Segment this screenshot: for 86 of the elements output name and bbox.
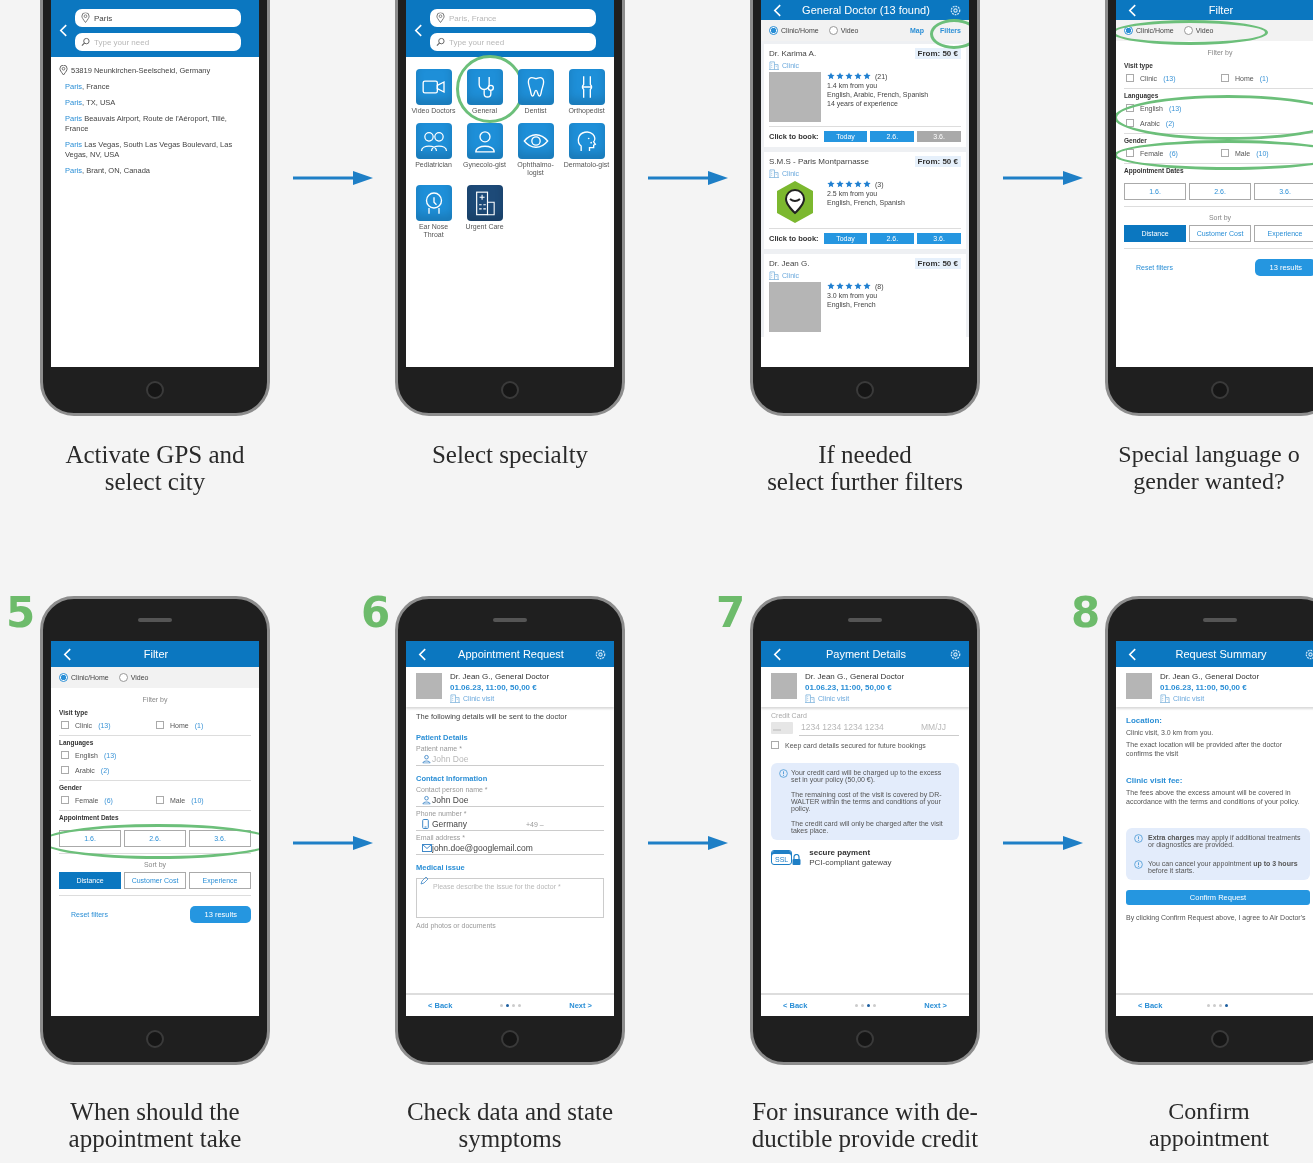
info-icon xyxy=(779,769,788,778)
info-icon xyxy=(1134,860,1143,869)
text-field[interactable]: John Doe xyxy=(416,793,604,807)
appointment-details: 01.06.23, 11:00, 50,00 € xyxy=(450,683,538,692)
screen-title: Filter xyxy=(1207,4,1235,16)
appointment-details: 01.06.23, 11:00, 50,00 € xyxy=(1160,683,1248,692)
step-caption: Confirm appointment xyxy=(1148,1098,1270,1152)
doctor-name: S.M.S - Paris Montparnasse xyxy=(769,157,870,166)
clinic-logo-icon xyxy=(775,180,815,224)
back-icon[interactable] xyxy=(1128,3,1137,17)
back-icon[interactable] xyxy=(414,23,423,37)
doctor-name: Dr. Jean G. xyxy=(769,259,810,268)
speaker-slot xyxy=(138,618,172,622)
screen-title: Appointment Request xyxy=(457,648,565,660)
speaker-slot xyxy=(1203,618,1237,622)
doctor-name: Dr. Jean G., General Doctor xyxy=(450,672,550,681)
mail-icon xyxy=(422,844,432,852)
section-title: Clinic visit fee: xyxy=(1126,776,1184,785)
step-caption: When should the appointment take xyxy=(67,1098,243,1152)
speaker-slot xyxy=(493,618,527,622)
card-expiry-field[interactable]: MM/JJ xyxy=(915,719,959,736)
screen-title: Payment Details xyxy=(824,648,908,660)
search-icon xyxy=(436,37,445,47)
step-caption: For insurance with de- ductible provide credit xyxy=(750,1098,980,1152)
back-icon[interactable] xyxy=(773,3,782,17)
text-field[interactable]: john.doe@googlemail.com xyxy=(416,841,604,855)
person-icon xyxy=(422,754,431,764)
step-caption: Check data and state symptoms xyxy=(405,1098,615,1152)
back-icon[interactable] xyxy=(418,647,427,661)
settings-icon[interactable] xyxy=(1305,648,1313,660)
price-label: From: 50 € xyxy=(914,156,961,167)
screen-title: General Doctor (13 found) xyxy=(801,4,931,16)
location-field[interactable]: Paris xyxy=(75,9,241,27)
doctor-name: Dr. Karima A. xyxy=(769,49,817,58)
photo-placeholder xyxy=(416,673,442,699)
step-caption: Activate GPS and select city xyxy=(64,441,246,495)
search-icon xyxy=(81,37,90,47)
section-title: Location: xyxy=(1126,716,1163,725)
info-icon xyxy=(1134,834,1143,843)
secure-text: PCI-compliant gateway xyxy=(809,858,892,867)
step-number: 8 xyxy=(1071,592,1101,634)
doctor-name: Dr. Jean G., General Doctor xyxy=(805,672,905,681)
building-icon xyxy=(769,271,779,280)
photo-placeholder xyxy=(769,282,821,332)
settings-icon[interactable] xyxy=(595,648,606,660)
back-icon[interactable] xyxy=(59,23,68,37)
price-label: From: 50 € xyxy=(914,258,961,269)
location-pin-icon xyxy=(59,65,68,76)
location-pin-icon xyxy=(436,12,445,24)
text-field[interactable]: John Doe xyxy=(416,752,604,766)
screen-title: Request Summary xyxy=(1174,648,1268,660)
secure-title: secure payment xyxy=(809,848,872,857)
card-number-field[interactable]: 1234 1234 1234 1234 xyxy=(799,719,915,736)
back-icon[interactable] xyxy=(773,647,782,661)
building-icon xyxy=(769,61,779,70)
step-number: 5 xyxy=(6,592,36,634)
person-icon xyxy=(422,795,431,805)
photo-placeholder xyxy=(1126,673,1152,699)
back-icon[interactable] xyxy=(63,647,72,661)
screen-title: Filter xyxy=(142,648,170,660)
building-icon xyxy=(769,169,779,178)
settings-icon[interactable] xyxy=(950,648,961,660)
location-pin-icon xyxy=(81,12,90,24)
photo-placeholder xyxy=(771,673,797,699)
photo-placeholder xyxy=(769,72,821,122)
building-icon xyxy=(805,694,815,703)
doctor-name: Dr. Jean G., General Doctor xyxy=(1160,672,1260,681)
search-field[interactable]: Type your need xyxy=(75,33,241,51)
step-caption: If needed select further filters xyxy=(766,441,964,495)
lock-icon xyxy=(792,854,802,865)
speaker-slot xyxy=(848,618,882,622)
phone-icon xyxy=(422,819,429,829)
settings-icon[interactable] xyxy=(950,4,961,16)
step-caption: Select specialty xyxy=(430,441,590,468)
building-icon xyxy=(1160,694,1170,703)
step-number: 6 xyxy=(361,592,391,634)
step-caption: Special language o gender wanted? xyxy=(1117,441,1301,495)
pencil-icon xyxy=(420,877,428,885)
search-field[interactable]: Type your need xyxy=(430,33,596,51)
location-field[interactable]: Paris, France xyxy=(430,9,596,27)
credit-card-icon xyxy=(771,721,793,734)
appointment-details: 01.06.23, 11:00, 50,00 € xyxy=(805,683,893,692)
building-icon xyxy=(450,694,460,703)
back-icon[interactable] xyxy=(1128,647,1137,661)
price-label: From: 50 € xyxy=(914,48,961,59)
step-number: 7 xyxy=(716,592,746,634)
